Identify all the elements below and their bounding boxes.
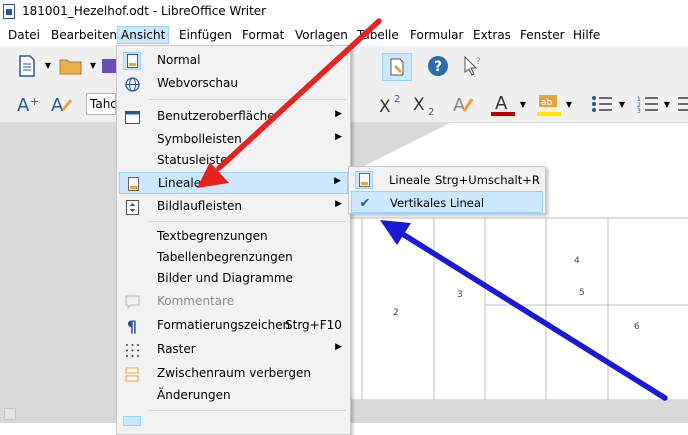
- svg-text:X: X: [379, 97, 391, 115]
- menu-separator: [149, 410, 346, 411]
- submenu-arrow-icon: ▶: [335, 342, 342, 352]
- page-number-label: 4: [574, 256, 580, 266]
- svg-text:2: 2: [394, 94, 400, 105]
- writer-app-icon: [3, 4, 15, 19]
- whats-this-pointer-icon[interactable]: ?: [460, 54, 484, 78]
- rulers-submenu-item-lineale[interactable]: Lineale Strg+Umschalt+R: [351, 169, 543, 191]
- view-menu-item-aenderungen[interactable]: Änderungen: [119, 385, 348, 407]
- new-document-icon[interactable]: [16, 54, 38, 78]
- comment-icon: [123, 293, 141, 311]
- bullet-list-icon[interactable]: [590, 92, 614, 116]
- svg-text:ab: ab: [541, 98, 553, 108]
- svg-text:2: 2: [428, 107, 434, 115]
- check-icon: ✔: [359, 195, 371, 211]
- ruler-doc-icon: [124, 175, 142, 193]
- highlight-color-icon[interactable]: ab: [536, 90, 562, 118]
- highlight-dropdown-chevron-icon[interactable]: ▼: [564, 97, 574, 111]
- page-view-icon: [123, 52, 141, 70]
- title-bar: 181001_Hezelhof.odt - LibreOffice Writer: [0, 0, 688, 24]
- partial-menu-item-icon: [123, 416, 141, 426]
- update-style-icon[interactable]: A +: [16, 92, 40, 116]
- svg-text:?: ?: [434, 59, 442, 75]
- page-number-label: 3: [457, 290, 463, 300]
- view-menu-item-statusleiste[interactable]: Statusleiste: [119, 150, 348, 172]
- menu-bar: Datei Bearbeiten Ansicht Einfügen Format…: [0, 24, 688, 46]
- outline-list-icon[interactable]: [676, 92, 688, 116]
- font-name-box[interactable]: Taho: [86, 93, 116, 115]
- view-menu-item-zwischenraum-verbergen[interactable]: Zwischenraum verbergen: [119, 363, 348, 385]
- menu-ansicht[interactable]: Ansicht: [117, 26, 170, 44]
- page-number-label: 5: [579, 288, 585, 298]
- view-menu-item-benutzeroberflaeche[interactable]: Benutzeroberfläche ▶: [119, 106, 348, 128]
- svg-text:X: X: [413, 95, 425, 115]
- menu-format[interactable]: Format: [239, 26, 287, 44]
- menu-einfuegen[interactable]: Einfügen: [176, 26, 235, 44]
- rulers-submenu: Lineale Strg+Umschalt+R ✔ Vertikales Lin…: [348, 166, 546, 214]
- open-dropdown-chevron-icon[interactable]: ▼: [88, 58, 98, 72]
- view-menu-item-webvorschau[interactable]: Webvorschau: [119, 73, 348, 95]
- new-style-icon[interactable]: A: [50, 92, 74, 116]
- menu-vorlagen[interactable]: Vorlagen: [292, 26, 351, 44]
- menu-separator: [149, 221, 346, 222]
- globe-icon: [123, 75, 141, 93]
- numbered-list-icon[interactable]: 123: [636, 92, 660, 116]
- submenu-arrow-icon: ▶: [335, 109, 342, 119]
- svg-text:A: A: [51, 95, 64, 115]
- menu-fenster[interactable]: Fenster: [517, 26, 568, 44]
- view-menu-item-bilder-und-diagramme[interactable]: Bilder und Diagramme: [119, 268, 348, 290]
- subscript-icon[interactable]: X2: [412, 92, 438, 116]
- pilcrow-icon: ¶: [126, 316, 138, 336]
- window-title: 181001_Hezelhof.odt - LibreOffice Writer: [22, 4, 267, 18]
- font-color-dropdown-chevron-icon[interactable]: ▼: [518, 97, 528, 111]
- menu-datei[interactable]: Datei: [5, 26, 43, 44]
- ruler-doc-icon: [355, 171, 373, 189]
- help-icon[interactable]: ?: [426, 54, 450, 78]
- document-page[interactable]: 2 3 4 5 6: [350, 123, 688, 400]
- menu-bearbeiten[interactable]: Bearbeiten: [48, 26, 120, 44]
- menu-tabelle[interactable]: Tabelle: [354, 26, 402, 44]
- submenu-arrow-icon: ▶: [335, 199, 342, 209]
- superscript-icon[interactable]: X2: [378, 92, 404, 116]
- window-icon: [123, 108, 141, 126]
- numbered-list-dropdown-chevron-icon[interactable]: ▼: [662, 97, 672, 111]
- view-menu-item-lineale[interactable]: Lineale ▶: [119, 172, 348, 194]
- svg-text:A: A: [495, 93, 508, 114]
- view-menu-item-bildlaufleisten[interactable]: Bildlaufleisten ▶: [119, 196, 348, 218]
- view-menu-item-textbegrenzungen[interactable]: Textbegrenzungen: [119, 226, 348, 248]
- menu-separator: [149, 99, 346, 100]
- bullet-list-dropdown-chevron-icon[interactable]: ▼: [617, 97, 627, 111]
- menu-hilfe[interactable]: Hilfe: [570, 26, 603, 44]
- view-menu-item-tabellenbegrenzungen[interactable]: Tabellenbegrenzungen: [119, 247, 348, 269]
- clear-formatting-icon[interactable]: A: [451, 92, 477, 116]
- hide-whitespace-icon: [123, 365, 141, 383]
- rulers-submenu-item-vertikales-lineal[interactable]: ✔ Vertikales Lineal: [351, 191, 543, 213]
- submenu-arrow-icon: ▶: [334, 176, 341, 186]
- svg-text:A: A: [17, 95, 30, 115]
- save-icon[interactable]: [102, 56, 116, 76]
- scrollbar-corner: [4, 408, 16, 420]
- grid-icon: [123, 341, 141, 359]
- svg-text:A: A: [453, 95, 466, 115]
- page-table-grid: [350, 123, 688, 400]
- svg-text:3: 3: [637, 108, 641, 114]
- menu-extras[interactable]: Extras: [470, 26, 514, 44]
- open-folder-icon[interactable]: [58, 56, 84, 76]
- new-dropdown-chevron-icon[interactable]: ▼: [43, 58, 53, 72]
- view-menu-item-kommentare[interactable]: Kommentare: [119, 291, 348, 313]
- page-number-label: 6: [634, 322, 640, 332]
- view-menu: Normal Webvorschau Benutzeroberfläche ▶ …: [116, 45, 351, 435]
- svg-text:?: ?: [476, 57, 481, 67]
- page-number-label: 2: [393, 308, 399, 318]
- clone-formatting-icon[interactable]: [382, 53, 412, 81]
- view-menu-item-symbolleisten[interactable]: Symbolleisten ▶: [119, 129, 348, 151]
- svg-text:+: +: [30, 95, 39, 108]
- view-menu-item-normal[interactable]: Normal: [119, 50, 348, 72]
- submenu-arrow-icon: ▶: [335, 132, 342, 142]
- scrollbar-icon: [123, 198, 141, 216]
- font-color-icon[interactable]: A: [490, 90, 516, 118]
- view-menu-item-formatierungszeichen[interactable]: ¶ Formatierungszeichen Strg+F10: [119, 315, 348, 337]
- menu-formular[interactable]: Formular: [407, 26, 466, 44]
- view-menu-item-raster[interactable]: Raster ▶: [119, 339, 348, 361]
